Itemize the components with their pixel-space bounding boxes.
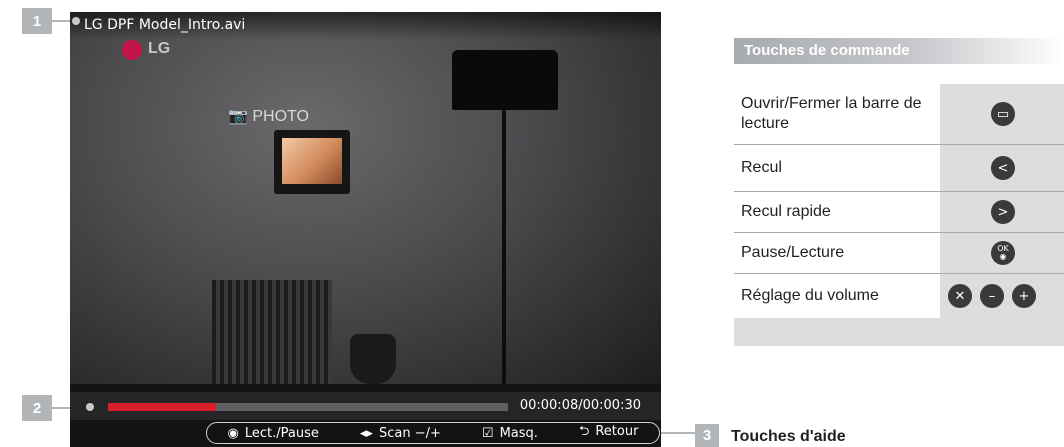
button-glyph: < [997,160,1009,176]
photo-label: 📷 PHOTO [228,106,309,126]
table-row: Pause/Lecture OK ◉ [734,233,1064,273]
button-glyph: – [988,288,996,304]
portrait-image [282,138,342,184]
label-cell: Ouvrir/Fermer la barre de lecture [734,84,940,144]
mute-icon: ✕ [948,284,972,308]
ok-button-icon: ◉ [227,425,239,441]
callout-number: 3 [702,427,712,444]
menu-bar-icon: ▭ [991,102,1015,126]
callout-leader-3 [661,432,695,434]
panel-header: Touches de commande [734,38,1064,64]
button-glyph: ✕ [954,288,966,304]
help-item-label: Lect./Pause [244,425,319,441]
callout-badge-2: 2 [22,395,52,421]
vase [350,334,396,384]
left-arrow-icon: < [991,156,1015,180]
label-cell: Réglage du volume [734,274,940,318]
label-cell: Recul rapide [734,192,940,232]
photo-frame [274,130,350,194]
left-right-arrows-icon: ◂▸ [359,425,373,441]
control-keys-table: Ouvrir/Fermer la barre de lecture ▭ Recu… [734,84,1064,346]
checkbox-icon: ☑ [481,425,494,441]
button-glyph: ▭ [996,106,1010,122]
callout-number: 2 [32,399,42,417]
table-top [70,384,661,392]
help-item-hide[interactable]: ☑ Masq. [482,426,538,441]
help-bar: ◉ Lect./Pause ◂▸ Scan −/+ ☑ Masq. ⮌ Retour [70,420,661,447]
lamp-shade [452,50,558,110]
right-arrow-icon: > [991,200,1015,224]
help-item-play-pause[interactable]: ◉ Lect./Pause [228,426,319,441]
file-title: LG DPF Model_Intro.avi [84,17,246,33]
help-item-scan[interactable]: ◂▸ Scan −/+ [360,426,441,441]
panel-title: Touches de commande [744,42,910,59]
callout-number: 1 [32,12,42,30]
progress-fill [108,403,216,411]
table-row: Réglage du volume ✕ – + [734,274,1064,318]
video-frame: LG 📷 PHOTO [70,12,661,392]
lg-logo-text: LG [148,40,171,57]
decorative-plant [212,280,332,388]
volume-up-icon: + [1012,284,1036,308]
help-item-label: Masq. [499,425,538,441]
return-icon: ⮌ [578,424,590,439]
button-glyph: + [1018,288,1030,304]
row-label: Réglage du volume [741,287,879,304]
camera-icon: 📷 [228,108,248,125]
help-item-label: Retour [595,424,639,439]
callout-badge-1: 1 [22,8,52,34]
callout-dot-1 [72,17,80,25]
title-bar: LG DPF Model_Intro.avi [70,12,661,40]
button-glyph: > [997,204,1009,220]
row-label: Recul [741,159,782,176]
photo-label-text: PHOTO [252,108,309,125]
video-player[interactable]: LG 📷 PHOTO LG DPF Model_Intro.avi 00:00:… [70,12,661,447]
help-keys-label: Touches d'aide [731,428,846,445]
row-label: Ouvrir/Fermer la barre de lecture [741,95,922,132]
progress-bar[interactable] [108,403,508,411]
row-label: Pause/Lecture [741,244,845,261]
help-pill: ◉ Lect./Pause ◂▸ Scan −/+ ☑ Masq. ⮌ Retour [206,422,660,444]
lamp-pole [502,110,506,385]
table-row: Ouvrir/Fermer la barre de lecture ▭ [734,84,1064,144]
row-label: Recul rapide [741,203,831,220]
volume-down-icon: – [980,284,1004,308]
label-cell: Recul [734,145,940,191]
help-item-back[interactable]: ⮌ Retour [579,422,639,444]
table-row: Recul < [734,145,1064,191]
time-readout: 00:00:08/00:00:30 [519,398,641,413]
label-cell: Pause/Lecture [734,233,940,273]
callout-badge-3: 3 [695,424,719,447]
ok-ring-icon: ◉ [999,252,1007,261]
ok-icon: OK ◉ [991,241,1015,265]
help-item-label: Scan −/+ [378,425,441,441]
table-row: Recul rapide > [734,192,1064,232]
lg-logo-icon [122,40,142,60]
playback-bar: 00:00:08/00:00:30 [70,392,661,420]
callout-dot-2 [86,403,94,411]
